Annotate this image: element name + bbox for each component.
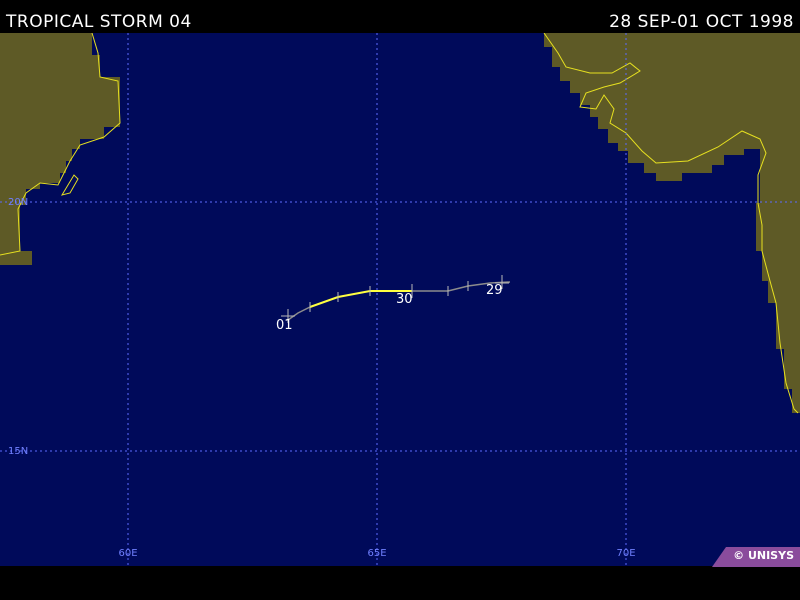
day-label-29: 29 [486, 283, 503, 298]
credit-text: © UNISYS [733, 549, 794, 562]
storm-track-map: 20N 15N 60E 65E 70E 01 30 29 [0, 33, 800, 566]
lat-label-15n: 15N [8, 446, 28, 457]
day-label-01: 01 [276, 318, 293, 333]
lon-label-65e: 65E [367, 548, 386, 559]
storm-title: TROPICAL STORM 04 [6, 12, 192, 32]
date-range: 28 SEP-01 OCT 1998 [609, 12, 794, 32]
lon-label-60e: 60E [118, 548, 137, 559]
lat-label-20n: 20N [8, 197, 28, 208]
credit-badge: © UNISYS [712, 547, 800, 567]
lon-label-70e: 70E [616, 548, 635, 559]
day-label-30: 30 [396, 292, 413, 307]
